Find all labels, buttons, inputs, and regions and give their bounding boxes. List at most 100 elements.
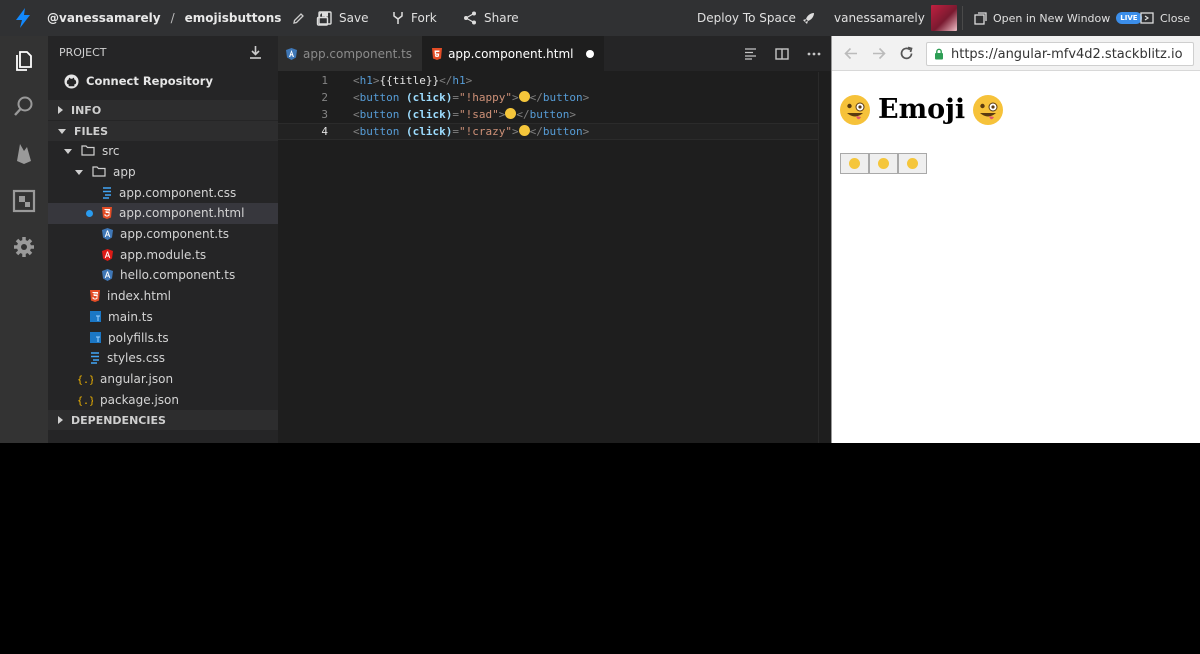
files-section-label: FILES <box>74 124 109 138</box>
sidebar: PROJECT Connect Repository INFO FILES sr… <box>48 36 278 443</box>
lock-secure-icon <box>935 48 943 60</box>
code-text: <button (click)="!sad"> </button> <box>353 108 576 121</box>
close-panel-icon <box>1140 12 1154 24</box>
forward-arrow-icon[interactable] <box>872 47 886 60</box>
url-bar[interactable]: https://angular-mfv4d2.stackblitz.io <box>926 42 1194 66</box>
file-tree-item[interactable]: app.component.html <box>48 203 278 224</box>
extensions-icon[interactable] <box>12 189 36 213</box>
code-line[interactable]: 1 <h1>{{title}}</h1> <box>278 72 818 89</box>
code-line[interactable]: 2 <button (click)="!happy"> </button> <box>278 89 818 106</box>
expanded-arrow-icon <box>58 128 66 134</box>
ts-icon <box>90 331 101 344</box>
share-icon <box>464 11 476 25</box>
connect-repository-button[interactable]: Connect Repository <box>48 69 278 93</box>
collapsed-arrow-icon <box>58 106 63 114</box>
html-icon <box>432 47 443 60</box>
breadcrumb-project[interactable]: emojisbuttons <box>185 11 282 25</box>
crazy-face-emoji-icon <box>840 94 870 125</box>
connect-repository-label: Connect Repository <box>86 74 213 88</box>
info-section[interactable]: INFO <box>48 99 278 120</box>
deploy-button[interactable]: Deploy To Space <box>697 0 815 36</box>
file-tree-item[interactable]: index.html <box>48 286 278 307</box>
user-menu[interactable]: vanessamarely <box>834 0 957 36</box>
crazy-face-emoji-icon <box>973 94 1004 125</box>
dependencies-section[interactable]: DEPENDENCIES <box>48 409 278 430</box>
svg-text:{.}: {.} <box>77 396 93 406</box>
file-tree-item[interactable]: {.} angular.json <box>48 369 278 390</box>
file-tree-item[interactable]: src <box>48 141 278 162</box>
happy-button[interactable] <box>840 153 869 174</box>
code-text: <h1>{{title}}</h1> <box>353 74 473 87</box>
refresh-icon[interactable] <box>899 46 914 61</box>
tab-app-component-html[interactable]: app.component.html <box>422 36 604 71</box>
close-preview-button[interactable]: Close <box>1140 0 1190 36</box>
file-name: app <box>113 165 136 180</box>
editor-scrollbar[interactable] <box>818 72 831 443</box>
code-line[interactable]: 3 <button (click)="!sad"> </button> <box>278 106 818 123</box>
file-name: package.json <box>100 392 180 407</box>
expanded-arrow-icon <box>64 148 72 154</box>
angular-red-icon <box>102 248 113 261</box>
code-text: <button (click)="!happy"> </button> <box>353 91 590 104</box>
file-tree-item[interactable]: app <box>48 162 278 183</box>
file-tree-item[interactable]: hello.component.ts <box>48 265 278 286</box>
more-options-icon[interactable] <box>807 52 821 56</box>
save-button[interactable]: Save <box>318 0 368 36</box>
fork-button[interactable]: Fork <box>392 0 437 36</box>
settings-gear-icon[interactable] <box>12 235 36 259</box>
code-area[interactable]: 1 <h1>{{title}}</h1> 2 <button (click)="!ha… <box>278 72 818 140</box>
share-button[interactable]: Share <box>463 0 519 36</box>
top-bar: @vanessamarely / emojisbuttons Save Fork… <box>0 0 1200 36</box>
firebase-icon[interactable] <box>12 141 36 165</box>
format-lines-icon[interactable] <box>744 47 757 60</box>
stackblitz-app: @vanessamarely / emojisbuttons Save Fork… <box>0 0 1200 443</box>
split-editor-icon[interactable] <box>775 47 789 60</box>
collapsed-arrow-icon <box>58 416 63 424</box>
file-name: styles.css <box>107 351 165 366</box>
breadcrumb-user[interactable]: @vanessamarely <box>47 11 161 25</box>
dependencies-section-label: DEPENDENCIES <box>71 413 166 427</box>
download-icon[interactable] <box>249 45 262 59</box>
close-label: Close <box>1160 11 1190 25</box>
fork-label: Fork <box>411 11 437 25</box>
file-tree-item[interactable]: app.module.ts <box>48 244 278 265</box>
tab-app-component-ts[interactable]: app.component.ts <box>278 36 423 71</box>
username: vanessamarely <box>834 11 925 25</box>
open-new-window-button[interactable]: Open in New Window LIVE <box>974 0 1142 36</box>
file-tree-item[interactable]: polyfills.ts <box>48 327 278 348</box>
sad-button[interactable] <box>869 153 898 174</box>
file-tree-item[interactable]: app.component.ts <box>48 224 278 245</box>
stackblitz-logo-icon[interactable] <box>14 8 32 28</box>
svg-text:{.}: {.} <box>77 375 93 385</box>
modified-dot-icon <box>86 210 93 218</box>
edit-pencil-icon[interactable] <box>292 12 305 25</box>
heading-text: Emoji <box>878 94 966 125</box>
browser-toolbar: https://angular-mfv4d2.stackblitz.io <box>832 36 1200 71</box>
json-icon: {.} <box>77 394 95 407</box>
project-header: PROJECT <box>59 46 107 59</box>
file-tree: src app app.component.css app.component.htm… <box>48 141 278 410</box>
html-icon <box>102 207 112 220</box>
file-tree-item[interactable]: app.component.css <box>48 182 278 203</box>
angular-icon <box>102 269 113 282</box>
code-line[interactable]: 4 <button (click)="!crazy"> </button> <box>278 123 818 140</box>
explorer-icon[interactable] <box>12 48 36 72</box>
file-tree-item[interactable]: main.ts <box>48 307 278 328</box>
back-arrow-icon[interactable] <box>844 47 858 60</box>
modified-dot-icon[interactable] <box>585 49 594 58</box>
file-name: polyfills.ts <box>108 330 169 345</box>
editor-toolbar <box>744 36 821 71</box>
file-name: app.module.ts <box>120 247 207 262</box>
file-tree-item[interactable]: styles.css <box>48 348 278 369</box>
file-name: angular.json <box>100 371 174 386</box>
crazy-button[interactable] <box>898 153 927 174</box>
save-label: Save <box>339 11 369 25</box>
file-tree-item[interactable]: {.} package.json <box>48 389 278 410</box>
fork-icon <box>393 12 403 24</box>
file-name: app.component.css <box>119 185 237 200</box>
save-icon <box>318 11 332 25</box>
breadcrumb-separator: / <box>170 11 175 25</box>
search-icon[interactable] <box>12 94 36 118</box>
new-window-icon <box>974 11 987 25</box>
files-section[interactable]: FILES <box>48 120 278 141</box>
